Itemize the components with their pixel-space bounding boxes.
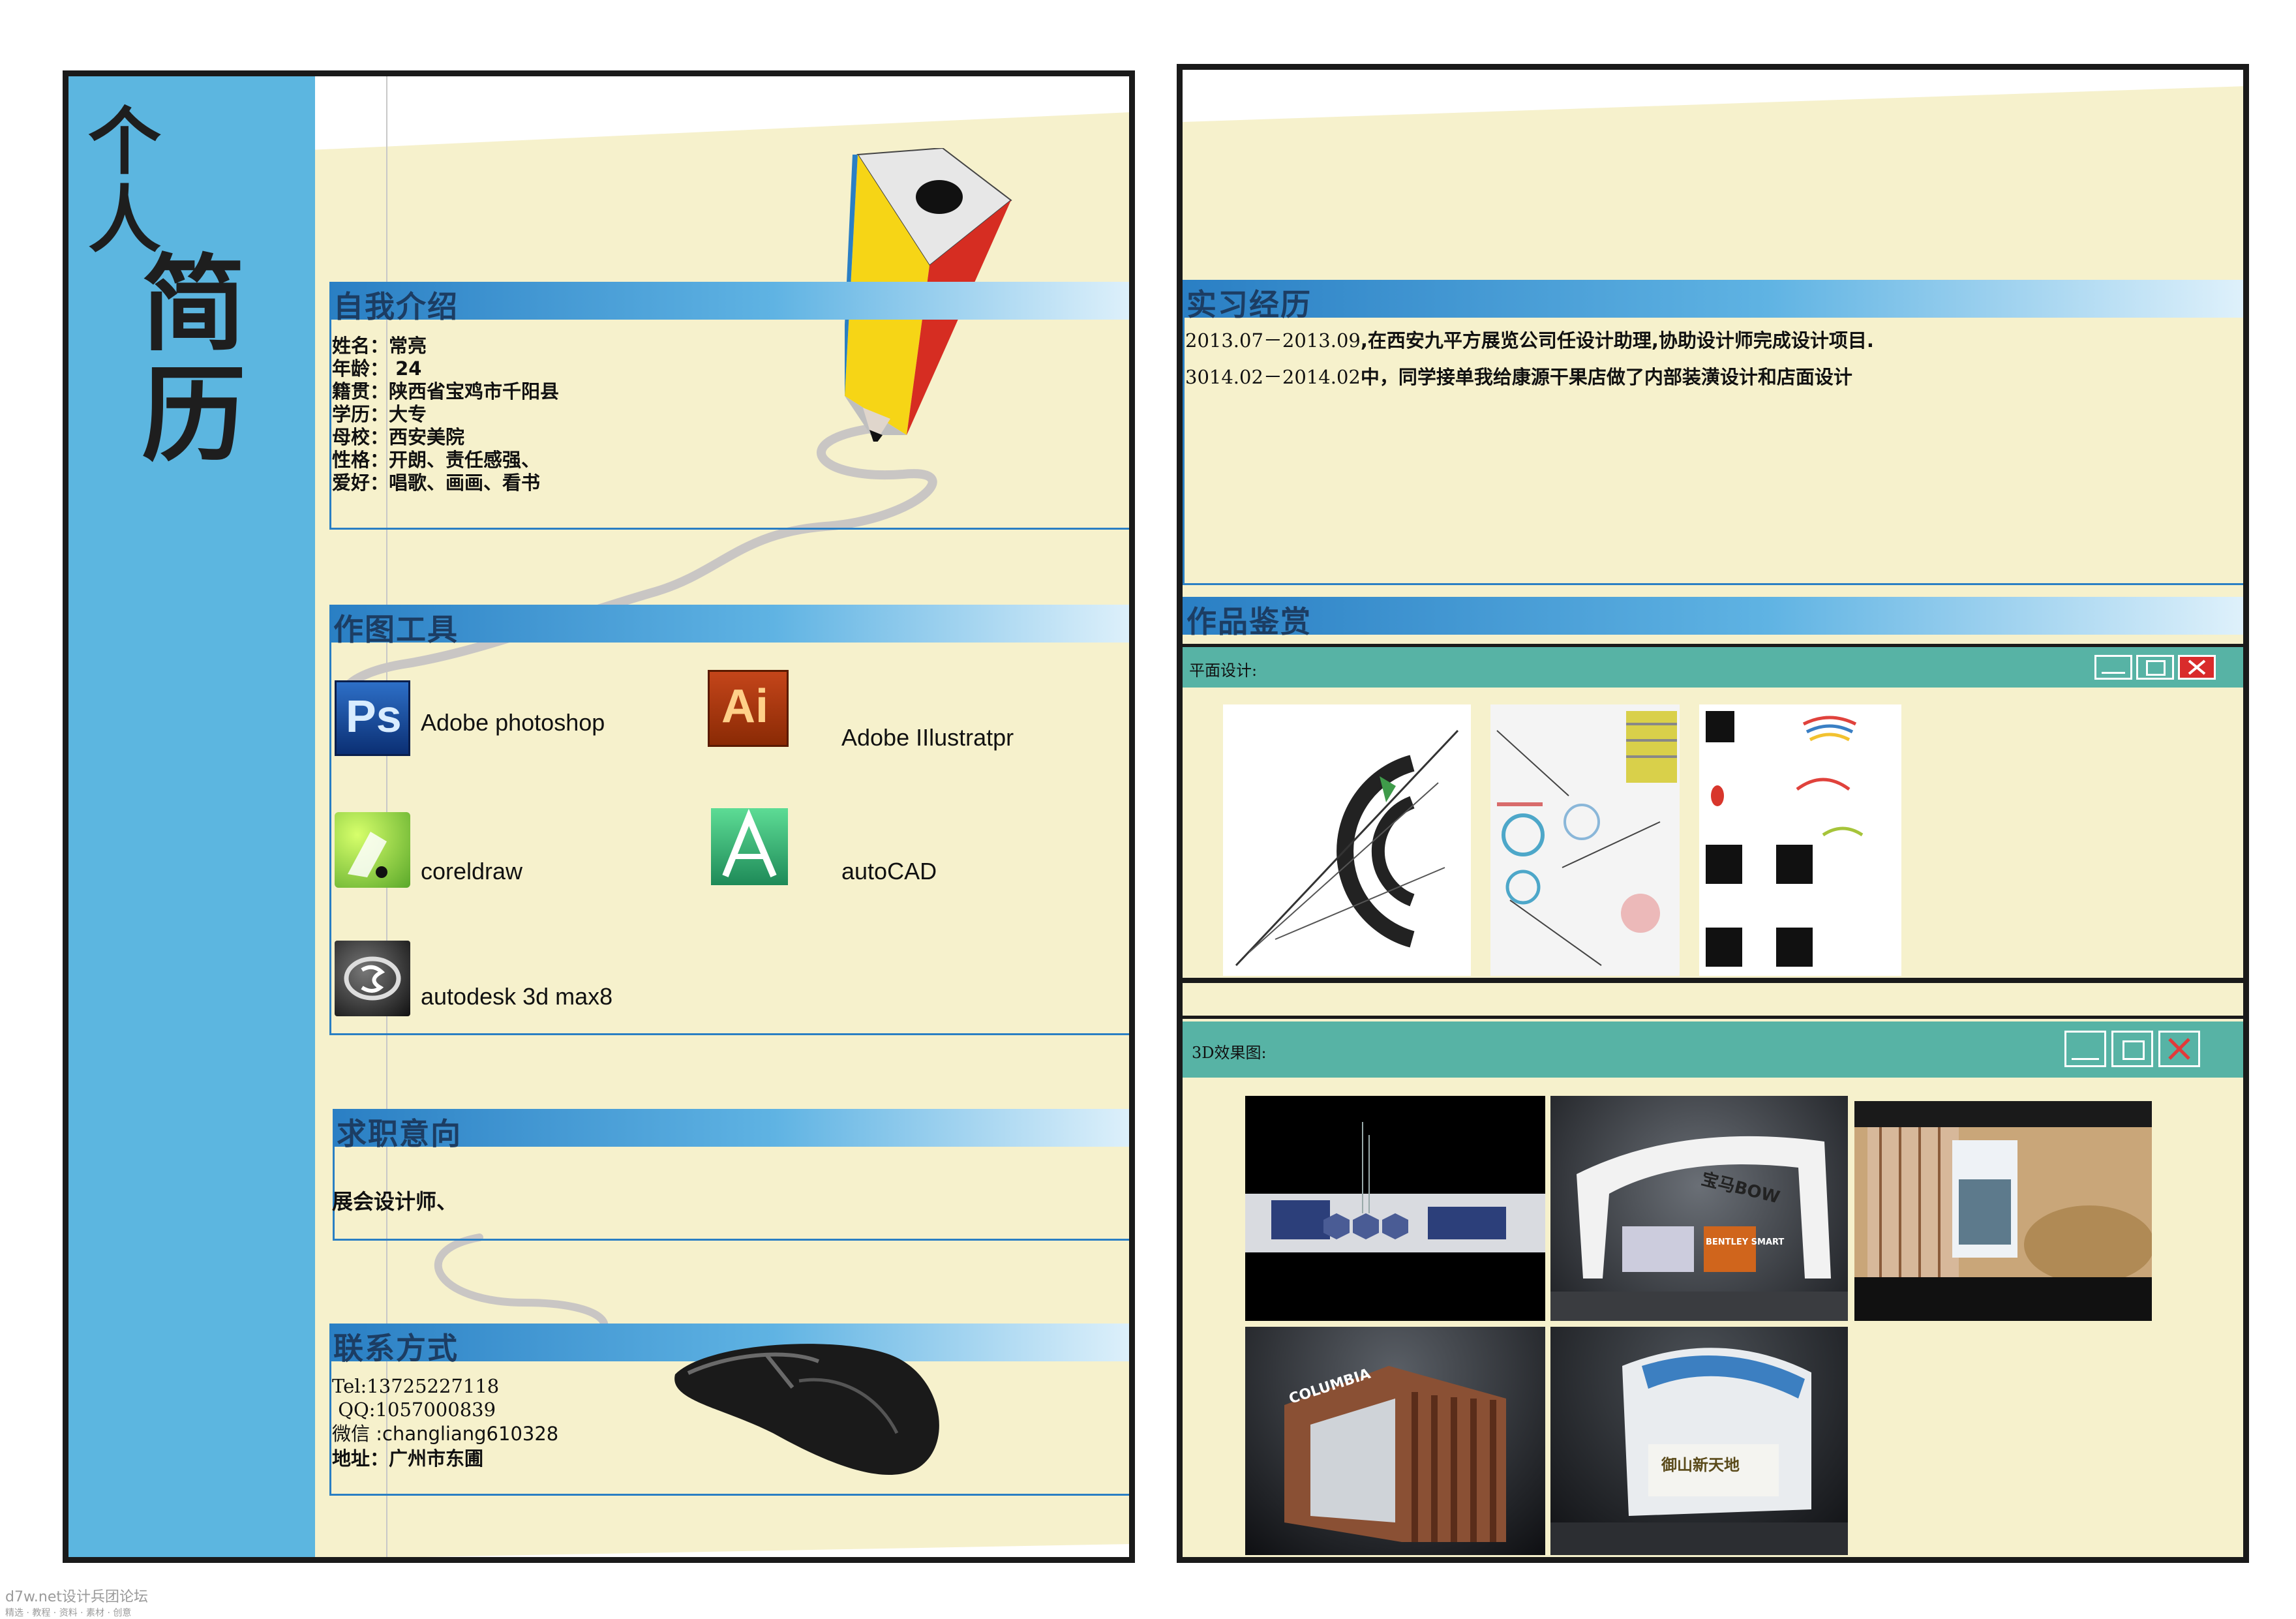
render-caption-yushan: 御山新天地: [1661, 1456, 1740, 1474]
autocad-icon: [711, 808, 788, 885]
tools-header: 作图工具: [329, 605, 1129, 647]
render-thumbnail-4[interactable]: COLUMBIA: [1245, 1327, 1545, 1555]
3dsmax-icon: [335, 941, 410, 1016]
render-window-titlebar: 3D效果图:: [1183, 1021, 2243, 1078]
internship-line-2: 3014.02－2014.02中，同学接单我给康源干果店做了内部装潢设计和店面设…: [1185, 362, 1852, 389]
info-personality: 性格：开朗、责任感强、: [332, 449, 541, 471]
maximize-button[interactable]: [2136, 655, 2174, 680]
info-education: 学历：大专: [332, 403, 427, 425]
flat-design-window: 平面设计:: [1183, 644, 2243, 983]
internship-date-2: 3014.02－2014.02: [1185, 366, 1361, 388]
internship-box: [1183, 318, 2243, 585]
watermark-line-2: 精选 · 教程 · 资料 · 素材 · 创意: [5, 1608, 132, 1618]
render-thumbnail-3[interactable]: [1854, 1101, 2152, 1321]
flat-window-title: 平面设计:: [1189, 661, 1258, 680]
render-caption-bentley: BENTLEY SMART: [1706, 1237, 1784, 1247]
mouse-illustration: [674, 1344, 939, 1475]
coreldraw-label: coreldraw: [421, 858, 523, 885]
works-title: 作品鉴赏: [1186, 604, 1312, 639]
3dsmax-label: autodesk 3d max8: [421, 983, 613, 1010]
flat-window-titlebar: 平面设计:: [1183, 647, 2243, 688]
contact-qq: QQ:1057000839: [332, 1399, 496, 1421]
job-header: 求职意向: [333, 1109, 1129, 1151]
render-maximize-button[interactable]: [2111, 1031, 2153, 1067]
flat-work-thumbnail-3[interactable]: [1699, 704, 1901, 976]
contact-wechat: 微信 :changliang610328: [332, 1423, 559, 1445]
render-close-button[interactable]: [2158, 1031, 2200, 1067]
render-window: 3D效果图: 宝马BOW BENTLEY SMART COLUMBIA 御山新天…: [1183, 1016, 2243, 1557]
works-header: 作品鉴赏: [1183, 597, 2243, 639]
render-caption-bmw: 宝马BOW: [1699, 1169, 1781, 1208]
internship-line-1: 2013.07－2013.09,在西安九平方展览公司任设计助理,协助设计师完成设…: [1185, 325, 1874, 353]
resume-right-page: 实习经历 2013.07－2013.09,在西安九平方展览公司任设计助理,协助设…: [1177, 64, 2249, 1563]
contact-address: 地址：广州市东圃: [332, 1447, 484, 1470]
info-name: 姓名：常亮: [332, 335, 427, 357]
info-age: 年龄： 24: [332, 357, 422, 380]
internship-date-1: 2013.07－2013.09: [1185, 329, 1361, 352]
render-window-title: 3D效果图:: [1192, 1044, 1267, 1062]
job-text: 展会设计师、: [332, 1189, 458, 1214]
contact-tel: Tel:13725227118: [332, 1375, 500, 1397]
watermark-line-1: d7w.net设计兵团论坛: [5, 1589, 149, 1605]
resume-left-page: 个 人 简 历 自我介绍 姓名：常亮 年龄： 24 籍贯：陕西省宝鸡市千阳县 学…: [63, 70, 1135, 1563]
self-intro-lines: 姓名：常亮 年龄： 24 籍贯：陕西省宝鸡市千阳县 学历：大专 母校：西安美院 …: [332, 335, 559, 494]
render-thumbnail-5[interactable]: 御山新天地: [1550, 1327, 1848, 1555]
internship-text-2: 中，同学接单我给康源干果店做了内部装潢设计和店面设计: [1360, 366, 1852, 388]
coreldraw-icon: [335, 812, 410, 888]
illustrator-icon: Ai: [708, 670, 789, 747]
flat-work-thumbnail-2[interactable]: [1490, 704, 1680, 976]
render-thumbnail-1[interactable]: [1245, 1096, 1545, 1321]
close-button[interactable]: [2178, 655, 2216, 680]
info-hometown: 籍贯：陕西省宝鸡市千阳县: [332, 380, 560, 402]
internship-text-1: ,在西安九平方展览公司任设计助理,协助设计师完成设计项目.: [1360, 329, 1874, 352]
render-minimize-button[interactable]: [2064, 1031, 2106, 1067]
info-school: 母校：西安美院: [332, 426, 465, 448]
autocad-label: autoCAD: [841, 858, 937, 885]
minimize-button[interactable]: [2094, 655, 2132, 680]
self-intro-header: 自我介绍: [329, 282, 1129, 324]
illustrator-label: Adobe IIlustratpr: [841, 724, 1014, 751]
render-thumbnail-2[interactable]: 宝马BOW BENTLEY SMART: [1550, 1096, 1848, 1321]
info-hobbies: 爱好：唱歌、画画、看书: [332, 472, 541, 494]
watermark: d7w.net设计兵团论坛 精选 · 教程 · 资料 · 素材 · 创意: [5, 1585, 148, 1619]
photoshop-label: Adobe photoshop: [421, 709, 605, 736]
flat-work-thumbnail-1[interactable]: [1223, 704, 1471, 976]
photoshop-icon: Ps: [335, 680, 410, 756]
contact-lines: Tel:13725227118 QQ:1057000839 微信 :changl…: [332, 1374, 558, 1471]
internship-header: 实习经历: [1183, 280, 2243, 322]
